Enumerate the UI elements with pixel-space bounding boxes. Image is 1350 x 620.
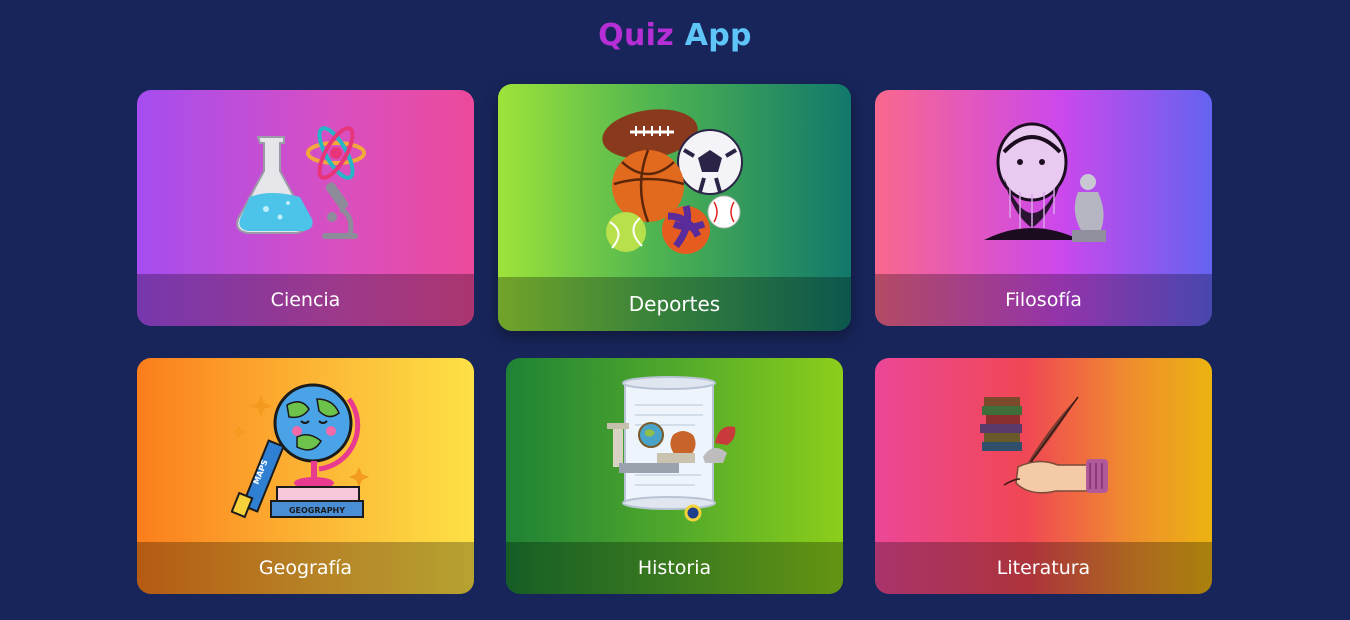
category-label-geografia: Geografía xyxy=(137,542,474,594)
science-lab-icon xyxy=(137,90,474,274)
history-scroll-icon xyxy=(506,358,843,542)
philosopher-thinker-icon xyxy=(875,90,1212,274)
category-label-historia: Historia xyxy=(506,542,843,594)
sports-balls-icon xyxy=(498,84,851,277)
quill-books-icon xyxy=(875,358,1212,542)
category-card-filosofia[interactable]: Filosofía xyxy=(875,90,1212,326)
category-label-filosofia: Filosofía xyxy=(875,274,1212,326)
app-title-app: App xyxy=(684,18,752,53)
globe-maps-books-icon: GEOGRAPHY MAPS xyxy=(137,358,474,542)
app-title: Quiz App xyxy=(0,18,1350,53)
category-card-ciencia[interactable]: Ciencia xyxy=(137,90,474,326)
geography-book-text: GEOGRAPHY xyxy=(288,506,344,515)
category-card-geografia[interactable]: GEOGRAPHY MAPS Geografía xyxy=(137,358,474,594)
category-card-deportes[interactable]: Deportes xyxy=(498,84,851,331)
app-title-quiz: Quiz xyxy=(598,18,674,53)
category-card-literatura[interactable]: Literatura xyxy=(875,358,1212,594)
category-label-deportes: Deportes xyxy=(498,277,851,331)
category-label-literatura: Literatura xyxy=(875,542,1212,594)
category-card-historia[interactable]: Historia xyxy=(506,358,843,594)
category-label-ciencia: Ciencia xyxy=(137,274,474,326)
